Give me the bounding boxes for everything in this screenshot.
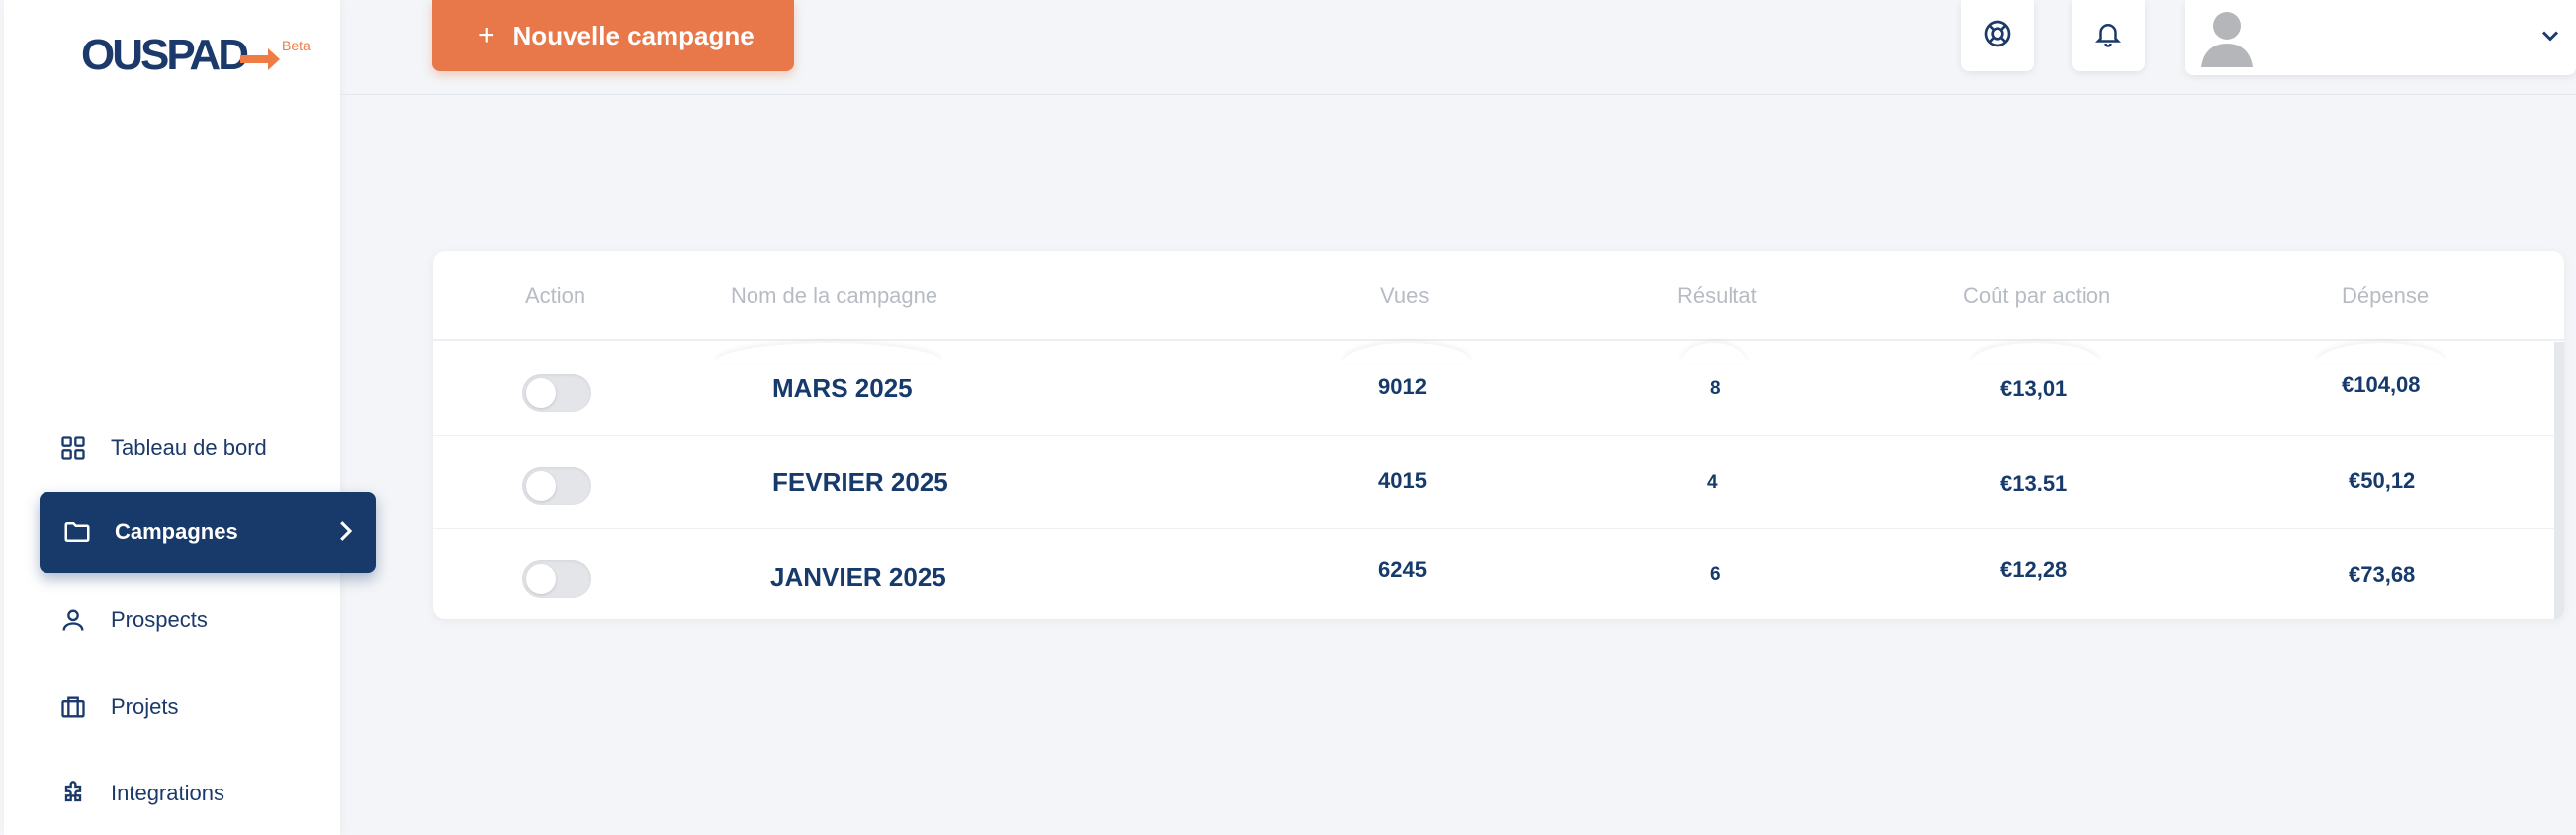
campaign-spend: €50,12	[2349, 468, 2416, 493]
folder-icon	[61, 516, 93, 548]
column-header-action: Action	[525, 283, 586, 308]
campaign-views: 4015	[1378, 468, 1427, 493]
column-header-views: Vues	[1380, 283, 1430, 308]
campaign-toggle[interactable]	[522, 467, 591, 505]
new-campaign-label: Nouvelle campagne	[512, 20, 755, 50]
campaign-views: 6245	[1378, 557, 1427, 582]
column-header-result: Résultat	[1677, 283, 1757, 308]
campaign-views: 9012	[1378, 374, 1427, 399]
help-button[interactable]	[1961, 0, 2034, 71]
table-row[interactable]: MARS 2025 9012 8 €13,01 €104,08	[433, 343, 2554, 436]
briefcase-icon	[57, 692, 89, 723]
table-header: Action Nom de la campagne Vues Résultat …	[433, 251, 2564, 341]
cell-highlight	[1343, 343, 1471, 363]
bell-icon	[2093, 19, 2123, 53]
cell-highlight	[2317, 343, 2445, 363]
chevron-right-icon	[330, 516, 360, 552]
avatar	[2195, 4, 2259, 67]
notifications-button[interactable]	[2072, 0, 2145, 71]
campaign-result: 4	[1707, 472, 1718, 493]
beta-badge: Beta	[281, 38, 311, 53]
sidebar-item-label: Tableau de bord	[111, 435, 267, 460]
sidebar-item-label: Prospects	[111, 607, 208, 632]
new-campaign-button[interactable]: + Nouvelle campagne	[432, 0, 794, 71]
sidebar-item-label: Integrations	[111, 781, 224, 805]
sidebar-item-campagnes[interactable]: Campagnes	[40, 492, 376, 573]
campaign-name[interactable]: FEVRIER 2025	[772, 467, 948, 498]
sidebar-item-integrations[interactable]: Integrations	[36, 753, 376, 834]
logo-text: OUSPAD	[81, 31, 249, 79]
column-header-name: Nom de la campagne	[731, 283, 938, 308]
campaigns-table: Action Nom de la campagne Vues Résultat …	[433, 251, 2564, 619]
column-header-spend: Dépense	[2342, 283, 2430, 308]
logo[interactable]: OUSPAD Beta	[81, 34, 311, 77]
column-header-cost: Coût par action	[1963, 283, 2111, 308]
puzzle-icon	[57, 778, 89, 809]
cell-highlight	[1681, 343, 1746, 363]
table-row[interactable]: JANVIER 2025 6245 6 €12,28 €73,68	[433, 529, 2554, 622]
lifebuoy-icon	[1982, 18, 2013, 54]
sidebar-item-projets[interactable]: Projets	[36, 667, 376, 748]
campaign-result: 6	[1710, 564, 1721, 585]
campaign-spend: €73,68	[2349, 562, 2416, 587]
logo-arrow-icon	[239, 48, 280, 70]
campaign-spend: €104,08	[2342, 372, 2421, 397]
sidebar-item-prospects[interactable]: Prospects	[36, 580, 376, 661]
sidebar-item-label: Projets	[111, 695, 179, 719]
campaign-cost: €12,28	[2000, 557, 2068, 582]
cell-highlight	[1971, 343, 2099, 363]
table-row[interactable]: FEVRIER 2025 4015 4 €13.51 €50,12	[433, 436, 2554, 529]
grid-icon	[57, 432, 89, 464]
sidebar: OUSPAD Beta Tableau de bord Campagnes Pr…	[4, 0, 376, 835]
table-scrollbar[interactable]	[2554, 342, 2564, 619]
user-icon	[57, 604, 89, 636]
campaign-cost: €13.51	[2000, 471, 2068, 496]
header-divider	[340, 94, 2576, 95]
plus-icon: +	[478, 19, 495, 51]
campaign-toggle[interactable]	[522, 374, 591, 412]
campaign-toggle[interactable]	[522, 560, 591, 598]
campaign-name[interactable]: MARS 2025	[772, 373, 913, 404]
campaign-name[interactable]: JANVIER 2025	[770, 562, 946, 593]
campaign-result: 8	[1710, 378, 1721, 399]
chevron-down-icon	[2536, 22, 2564, 54]
sidebar-item-label: Campagnes	[115, 519, 238, 544]
campaign-cost: €13,01	[2000, 376, 2068, 401]
cell-highlight	[715, 343, 942, 363]
user-menu[interactable]	[2185, 0, 2576, 75]
sidebar-item-tableau-de-bord[interactable]: Tableau de bord	[36, 408, 376, 489]
